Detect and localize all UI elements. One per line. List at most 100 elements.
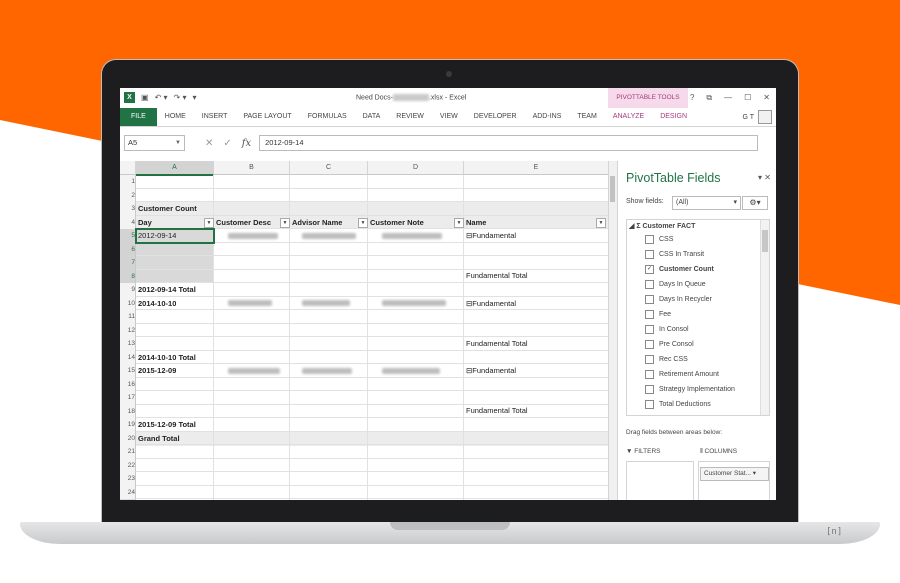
pane-close-icon[interactable]: ✕ xyxy=(764,173,771,182)
maximize-icon[interactable]: ☐ xyxy=(744,93,751,103)
user-account[interactable]: G T xyxy=(742,110,772,124)
row-label-day[interactable]: 2015-12-09 xyxy=(138,364,176,378)
field-item[interactable]: Rec CSS xyxy=(645,352,688,366)
row-header[interactable]: 23 xyxy=(120,472,136,487)
row-header[interactable]: 7 xyxy=(120,256,136,271)
minimize-icon[interactable]: — xyxy=(724,93,732,103)
row-header[interactable]: 9 xyxy=(120,283,136,298)
checkbox-icon[interactable] xyxy=(645,339,654,349)
tab-home[interactable]: HOME xyxy=(157,108,194,126)
save-icon[interactable]: ▣ xyxy=(141,93,149,102)
tab-insert[interactable]: INSERT xyxy=(194,108,236,126)
checkbox-icon[interactable] xyxy=(645,369,654,379)
row-header[interactable]: 14 xyxy=(120,350,136,365)
checkbox-icon[interactable] xyxy=(645,384,654,394)
row-header[interactable]: 8 xyxy=(120,269,136,284)
scrollbar-thumb[interactable] xyxy=(610,176,615,202)
filter-active-icon[interactable]: ▼ xyxy=(358,218,368,228)
help-icon[interactable]: ? xyxy=(690,93,694,103)
field-group-customer-fact[interactable]: ◢ Σ Customer FACT xyxy=(629,222,695,230)
row-header[interactable]: 18 xyxy=(120,404,136,419)
row-header[interactable]: 4 xyxy=(120,215,136,230)
customize-qat-icon[interactable]: ▾ xyxy=(192,93,196,102)
checkbox-icon[interactable] xyxy=(645,279,654,289)
row-header[interactable]: 13 xyxy=(120,337,136,352)
checkbox-icon[interactable] xyxy=(645,249,654,259)
row-label-day[interactable]: 2014-10-10 xyxy=(138,297,176,311)
tab-review[interactable]: REVIEW xyxy=(388,108,432,126)
tab-add-ins[interactable]: ADD-INS xyxy=(525,108,570,126)
field-item[interactable]: Retirement Amount xyxy=(645,367,719,381)
column-header-e[interactable]: E xyxy=(464,161,609,175)
tab-analyze[interactable]: ANALYZE xyxy=(605,108,652,126)
column-header-c[interactable]: C xyxy=(290,161,368,175)
row-header[interactable]: 15 xyxy=(120,364,136,379)
field-item[interactable]: CSS In Transit xyxy=(645,247,704,261)
tab-page-layout[interactable]: PAGE LAYOUT xyxy=(235,108,299,126)
checkbox-icon[interactable] xyxy=(645,294,654,304)
vertical-scrollbar[interactable] xyxy=(608,161,617,500)
field-item[interactable]: Fee xyxy=(645,307,671,321)
formula-input[interactable]: 2012-09-14 xyxy=(259,135,759,151)
checkbox-icon[interactable] xyxy=(645,234,654,244)
columns-field-chip[interactable]: Customer Stat... ▾ xyxy=(700,467,769,481)
column-header-b[interactable]: B xyxy=(214,161,290,175)
field-item[interactable]: In Consol xyxy=(645,322,689,336)
row-header[interactable]: 11 xyxy=(120,310,136,325)
collapse-fundamental[interactable]: ⊟Fundamental xyxy=(466,297,516,311)
scrollbar-thumb[interactable] xyxy=(762,230,768,252)
field-item[interactable]: Total Gross Annual Pay xyxy=(645,412,732,415)
field-item[interactable]: Days In Queue xyxy=(645,277,706,291)
filters-drop-area[interactable] xyxy=(626,461,694,500)
collapse-fundamental[interactable]: ⊟Fundamental xyxy=(466,364,516,378)
redo-icon[interactable]: ↷ ▾ xyxy=(174,93,187,102)
tab-design[interactable]: DESIGN xyxy=(652,108,695,126)
checkbox-icon[interactable] xyxy=(645,414,654,415)
row-header[interactable]: 10 xyxy=(120,296,136,311)
field-item[interactable]: ✓ Customer Count xyxy=(645,262,714,276)
checkbox-icon[interactable] xyxy=(645,324,654,334)
field-item[interactable]: Total Deductions xyxy=(645,397,711,411)
pane-options-icon[interactable]: ▾ xyxy=(758,173,762,182)
insert-function-icon[interactable]: fx xyxy=(242,138,251,149)
checkbox-checked-icon[interactable]: ✓ xyxy=(645,264,654,274)
row-header[interactable]: 21 xyxy=(120,445,136,460)
row-header[interactable]: 5 xyxy=(120,229,136,244)
select-all-corner[interactable] xyxy=(120,161,136,175)
filter-dropdown-icon[interactable]: ▼ xyxy=(280,218,290,228)
checkbox-icon[interactable] xyxy=(645,309,654,319)
field-item[interactable]: Pre Consol xyxy=(645,337,694,351)
column-header-a[interactable]: A xyxy=(136,161,214,176)
row-header[interactable]: 2 xyxy=(120,188,136,203)
tab-team[interactable]: TEAM xyxy=(569,108,604,126)
close-icon[interactable]: ✕ xyxy=(763,93,770,103)
row-header[interactable]: 16 xyxy=(120,377,136,392)
row-header[interactable]: 22 xyxy=(120,458,136,473)
row-header[interactable]: 19 xyxy=(120,418,136,433)
row-header[interactable]: 3 xyxy=(120,202,136,217)
row-header[interactable]: 17 xyxy=(120,391,136,406)
checkbox-icon[interactable] xyxy=(645,399,654,409)
filter-dropdown-icon[interactable]: ▼ xyxy=(454,218,464,228)
undo-icon[interactable]: ↶ ▾ xyxy=(155,93,168,102)
collapse-fundamental[interactable]: ⊟Fundamental xyxy=(466,229,516,243)
show-fields-select[interactable]: (All) ▾ xyxy=(672,196,741,210)
filter-dropdown-icon[interactable]: ▼ xyxy=(204,218,214,228)
row-header[interactable]: 1 xyxy=(120,175,136,190)
gear-icon[interactable]: ⚙▾ xyxy=(742,196,768,210)
ribbon-display-icon[interactable]: ⧉ xyxy=(706,93,712,103)
row-header[interactable]: 20 xyxy=(120,431,136,446)
checkbox-icon[interactable] xyxy=(645,354,654,364)
tab-data[interactable]: DATA xyxy=(355,108,389,126)
filter-dropdown-icon[interactable]: ▼ xyxy=(596,218,606,228)
tab-file[interactable]: FILE xyxy=(120,108,157,126)
tab-view[interactable]: VIEW xyxy=(432,108,466,126)
row-header[interactable]: 24 xyxy=(120,485,136,500)
column-header-d[interactable]: D xyxy=(368,161,464,175)
field-item[interactable]: CSS xyxy=(645,232,673,246)
name-box[interactable]: A5 ▼ xyxy=(124,135,185,151)
row-header[interactable]: 12 xyxy=(120,323,136,338)
cancel-icon[interactable]: ✕ xyxy=(205,138,213,149)
tab-developer[interactable]: DEVELOPER xyxy=(466,108,525,126)
field-item[interactable]: Days In Recycler xyxy=(645,292,712,306)
